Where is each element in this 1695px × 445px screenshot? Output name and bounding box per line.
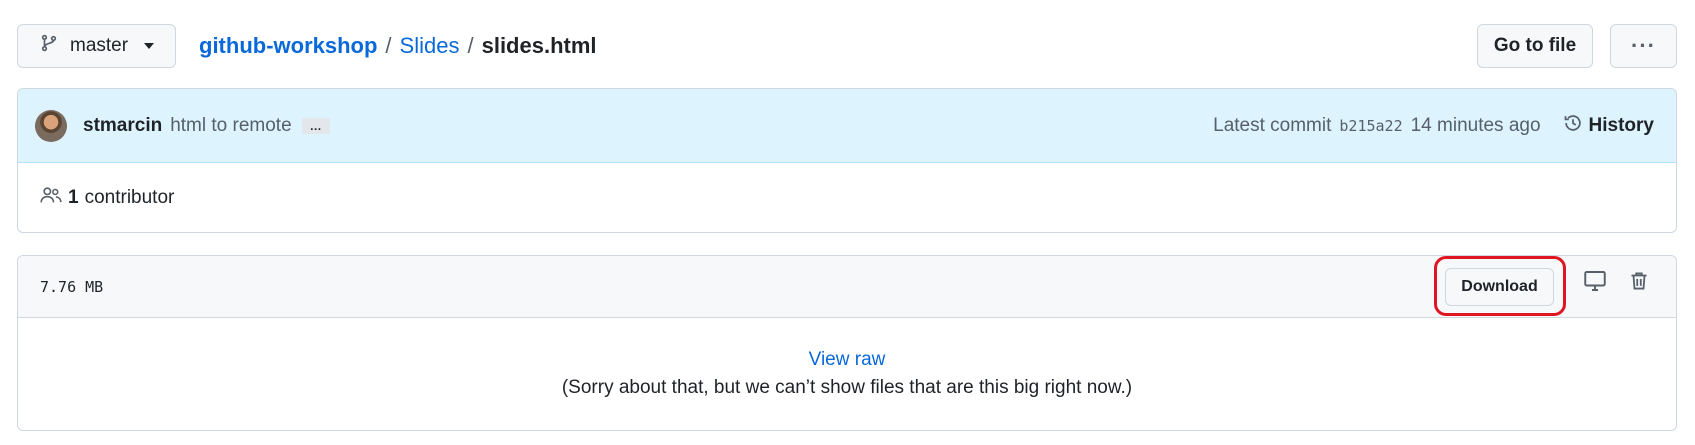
history-icon (1563, 113, 1583, 139)
breadcrumb-separator: / (385, 33, 392, 58)
commit-message-link[interactable]: html to remote (170, 115, 291, 137)
file-actions-bar: 7.76 MB Download (18, 256, 1676, 318)
commit-author-link[interactable]: stmarcin (83, 115, 162, 137)
breadcrumb-repo-link[interactable]: github-workshop (199, 33, 377, 59)
people-icon (40, 186, 62, 210)
desktop-button[interactable] (1582, 270, 1608, 296)
history-label: History (1588, 115, 1654, 136)
delete-button[interactable] (1626, 270, 1652, 296)
latest-commit-label: Latest commit (1213, 115, 1332, 136)
more-options-button[interactable]: ··· (1610, 24, 1677, 68)
file-size: 7.76 MB (40, 277, 104, 296)
kebab-horizontal-icon: ··· (1631, 33, 1656, 58)
latest-commit-row: stmarcin html to remote … Latest commit … (18, 89, 1676, 163)
commit-expand-button[interactable]: … (301, 117, 330, 134)
branch-name: master (70, 35, 129, 56)
chevron-down-icon (144, 43, 155, 49)
contributors-row[interactable]: 1 contributor (18, 163, 1676, 232)
breadcrumb: github-workshop / Slides / slides.html (199, 24, 597, 68)
commit-meta: Latest commit b215a22 14 minutes ago His… (1213, 89, 1654, 163)
avatar[interactable] (35, 109, 67, 142)
file-header-bar: master github-workshop / Slides / slides… (17, 24, 1677, 68)
git-branch-icon (40, 33, 58, 59)
breadcrumb-file-name: slides.html (481, 33, 597, 58)
history-link[interactable]: History (1563, 113, 1654, 139)
go-to-file-button[interactable]: Go to file (1477, 24, 1593, 68)
desktop-icon (1583, 269, 1607, 298)
trash-icon (1628, 269, 1650, 298)
file-too-big-notice: (Sorry about that, but we can’t show fil… (561, 377, 1133, 398)
contributor-label: contributor (84, 187, 175, 208)
commit-time: 14 minutes ago (1410, 115, 1541, 136)
breadcrumb-separator: / (467, 33, 474, 58)
branch-selector-button[interactable]: master (17, 24, 176, 68)
file-content: View raw (Sorry about that, but we can’t… (18, 318, 1676, 430)
contributor-count: 1 (68, 187, 79, 208)
commit-sha-link[interactable]: b215a22 (1339, 117, 1402, 135)
unused (1443, 274, 1469, 300)
breadcrumb-folder-link[interactable]: Slides (400, 33, 460, 59)
commit-info-box: stmarcin html to remote … Latest commit … (17, 88, 1677, 233)
file-viewer: 7.76 MB Download View raw (Sorry about t… (17, 255, 1677, 431)
view-raw-link[interactable]: View raw (809, 349, 886, 371)
